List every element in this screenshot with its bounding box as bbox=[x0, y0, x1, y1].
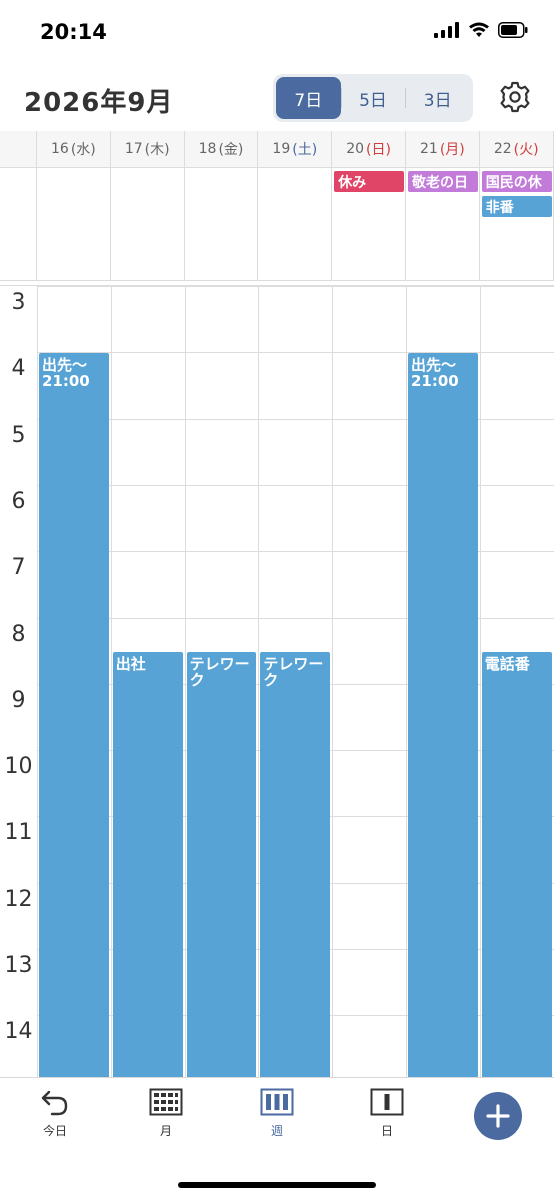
status-bar: 20:14 bbox=[0, 0, 554, 66]
tab-week[interactable]: 週 bbox=[242, 1088, 312, 1139]
day-number: 17 bbox=[124, 141, 143, 157]
day-number: 20 bbox=[346, 141, 365, 157]
column-divider bbox=[479, 286, 481, 1077]
all-day-event[interactable]: 国民の休 bbox=[481, 171, 552, 192]
view-7-days-button[interactable]: 7日 bbox=[276, 77, 341, 119]
column-divider bbox=[258, 286, 260, 1077]
status-time: 20:14 bbox=[40, 20, 107, 44]
column-divider bbox=[332, 286, 334, 1077]
hour-label: 5 bbox=[11, 422, 26, 448]
all-day-cell-16[interactable] bbox=[37, 168, 111, 280]
hour-label: 10 bbox=[4, 754, 33, 780]
all-day-cell-17[interactable] bbox=[111, 168, 185, 280]
all-day-cell-18[interactable] bbox=[185, 168, 259, 280]
hour-line bbox=[37, 286, 554, 287]
cellular-signal-icon bbox=[434, 22, 459, 38]
hour-label: 4 bbox=[11, 356, 26, 382]
hour-label: 13 bbox=[4, 953, 33, 978]
day-weekday: (月) bbox=[439, 142, 465, 158]
day-header-18[interactable]: 18 (金) bbox=[184, 131, 259, 168]
day-header-21[interactable]: 21 (月) bbox=[406, 131, 480, 168]
all-day-cell-19[interactable] bbox=[258, 168, 333, 280]
column-divider bbox=[110, 286, 112, 1077]
day-header-19[interactable]: 19 (土) bbox=[258, 131, 333, 168]
all-day-event[interactable]: 休み bbox=[334, 171, 404, 192]
week-columns-icon bbox=[260, 1088, 294, 1116]
back-arrow-icon bbox=[41, 1090, 68, 1116]
all-day-event[interactable]: 敬老の日 bbox=[408, 171, 478, 192]
day-number: 22 bbox=[493, 141, 512, 157]
tab-day[interactable]: 日 bbox=[352, 1088, 422, 1139]
column-divider bbox=[406, 286, 407, 1077]
tab-month[interactable]: 月 bbox=[131, 1088, 201, 1139]
tab-month-label: 月 bbox=[159, 1124, 172, 1138]
day-weekday: (火) bbox=[513, 142, 539, 158]
day-weekday: (日) bbox=[366, 142, 391, 158]
day-number: 19 bbox=[272, 141, 291, 157]
tab-day-label: 日 bbox=[380, 1124, 393, 1138]
tab-today-label: 今日 bbox=[42, 1124, 67, 1138]
timed-event[interactable]: テレワーク bbox=[260, 651, 331, 1077]
status-icons bbox=[434, 22, 528, 38]
day-weekday: (土) bbox=[292, 142, 318, 158]
hour-label: 11 bbox=[4, 820, 33, 846]
calendar-header: 2026年9月 7日 5日 3日 bbox=[0, 70, 554, 128]
day-number: 21 bbox=[420, 141, 438, 157]
timed-event[interactable]: 出先〜21:00 bbox=[39, 353, 109, 1077]
wifi-icon bbox=[469, 22, 489, 37]
day-weekday: (木) bbox=[144, 142, 170, 158]
add-event-button[interactable] bbox=[474, 1092, 522, 1140]
timed-event[interactable]: テレワーク bbox=[186, 651, 257, 1077]
month-grid-icon bbox=[149, 1088, 183, 1116]
week-grid[interactable]: 16 (水) 17 (木) 18 (金) 19 (土) 20 (日) 21 (月) 22 (火) 休み 敬老の… bbox=[0, 131, 554, 1077]
view-3-days-button[interactable]: 3日 bbox=[405, 77, 470, 119]
timed-event[interactable]: 出社 bbox=[112, 651, 183, 1077]
day-header-20[interactable]: 20 (日) bbox=[332, 131, 406, 168]
column-divider bbox=[37, 286, 38, 1077]
hour-label: 7 bbox=[11, 555, 26, 581]
day-number: 18 bbox=[198, 141, 217, 157]
month-title[interactable]: 2026年9月 bbox=[24, 82, 173, 119]
hour-label: 8 bbox=[11, 621, 26, 647]
view-5-days-button[interactable]: 5日 bbox=[340, 77, 406, 119]
column-divider bbox=[184, 286, 186, 1077]
view-range-selector: 7日 5日 3日 bbox=[273, 74, 473, 122]
hour-label: 9 bbox=[11, 687, 26, 713]
day-column-icon bbox=[370, 1088, 404, 1116]
hour-label: 12 bbox=[4, 886, 33, 912]
hour-label: 14 bbox=[4, 1019, 33, 1045]
settings-gear-icon[interactable] bbox=[498, 80, 532, 114]
hour-label: 3 bbox=[11, 290, 26, 315]
day-header-16[interactable]: 16 (水) bbox=[37, 131, 111, 168]
timed-event[interactable]: 電話番 bbox=[481, 651, 552, 1077]
day-header-22[interactable]: 22 (火) bbox=[479, 131, 554, 168]
day-number: 16 bbox=[51, 141, 69, 157]
home-indicator bbox=[178, 1182, 376, 1188]
bottom-tab-bar: 今日 月 週 日 bbox=[0, 1077, 554, 1200]
tab-today[interactable]: 今日 bbox=[20, 1088, 90, 1139]
day-weekday: (金) bbox=[218, 142, 244, 158]
plus-icon bbox=[486, 1104, 510, 1128]
day-header-17[interactable]: 17 (木) bbox=[110, 131, 185, 168]
day-weekday: (水) bbox=[70, 142, 96, 158]
all-day-event[interactable]: 非番 bbox=[481, 196, 552, 217]
battery-icon bbox=[498, 22, 528, 38]
timed-event[interactable]: 出先〜21:00 bbox=[408, 353, 478, 1077]
corner-cell bbox=[0, 131, 37, 168]
all-day-gutter bbox=[0, 168, 37, 280]
tab-week-label: 週 bbox=[270, 1124, 283, 1138]
hour-label: 6 bbox=[11, 488, 26, 514]
